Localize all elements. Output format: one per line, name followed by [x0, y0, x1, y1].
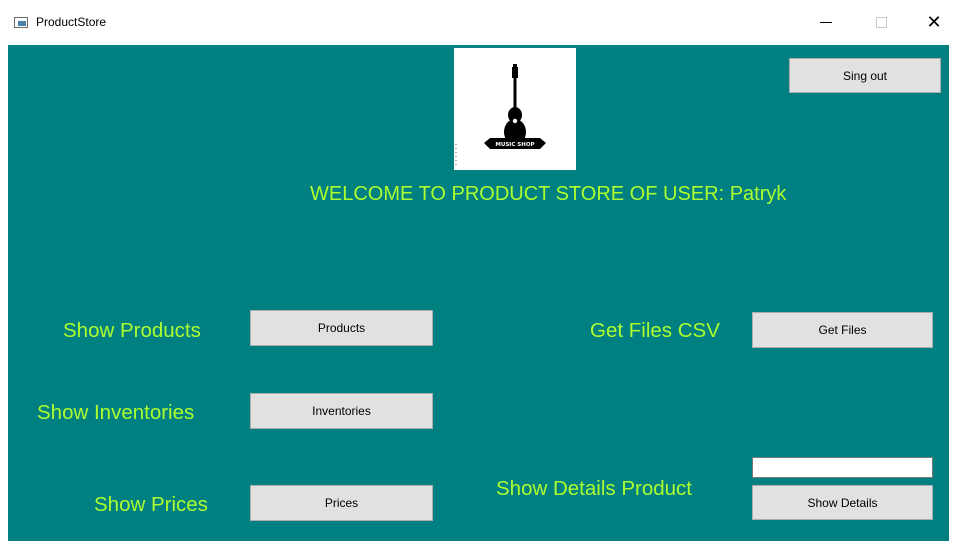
show-details-button[interactable]: Show Details: [752, 485, 933, 520]
close-icon: ✕: [926, 11, 942, 33]
inventories-button[interactable]: Inventories: [250, 393, 433, 429]
sign-out-button[interactable]: Sing out: [789, 58, 941, 93]
get-files-button[interactable]: Get Files: [752, 312, 933, 348]
maximize-button[interactable]: [858, 0, 904, 45]
product-id-input[interactable]: [752, 457, 933, 478]
get-files-csv-label: Get Files CSV: [590, 319, 720, 342]
guitar-logo-icon: MUSIC SHOP: [454, 48, 576, 170]
maximize-icon: [875, 17, 887, 28]
main-form: MUSIC SHOP Sing out WELCOME TO PRODUCT S…: [8, 45, 949, 541]
minimize-button[interactable]: [803, 0, 849, 45]
show-prices-label: Show Prices: [94, 493, 208, 516]
show-details-product-label: Show Details Product: [496, 477, 692, 500]
prices-button[interactable]: Prices: [250, 485, 433, 521]
app-icon: [14, 17, 28, 28]
show-inventories-label: Show Inventories: [37, 401, 195, 424]
products-button[interactable]: Products: [250, 310, 433, 346]
minimize-icon: [820, 22, 832, 23]
welcome-text: WELCOME TO PRODUCT STORE OF USER: Patryk: [310, 183, 787, 205]
show-products-label: Show Products: [63, 319, 201, 342]
close-button[interactable]: ✕: [911, 0, 957, 45]
title-bar: ProductStore ✕: [0, 0, 957, 45]
logo-text: MUSIC SHOP: [495, 142, 534, 148]
window-title: ProductStore: [36, 15, 107, 29]
